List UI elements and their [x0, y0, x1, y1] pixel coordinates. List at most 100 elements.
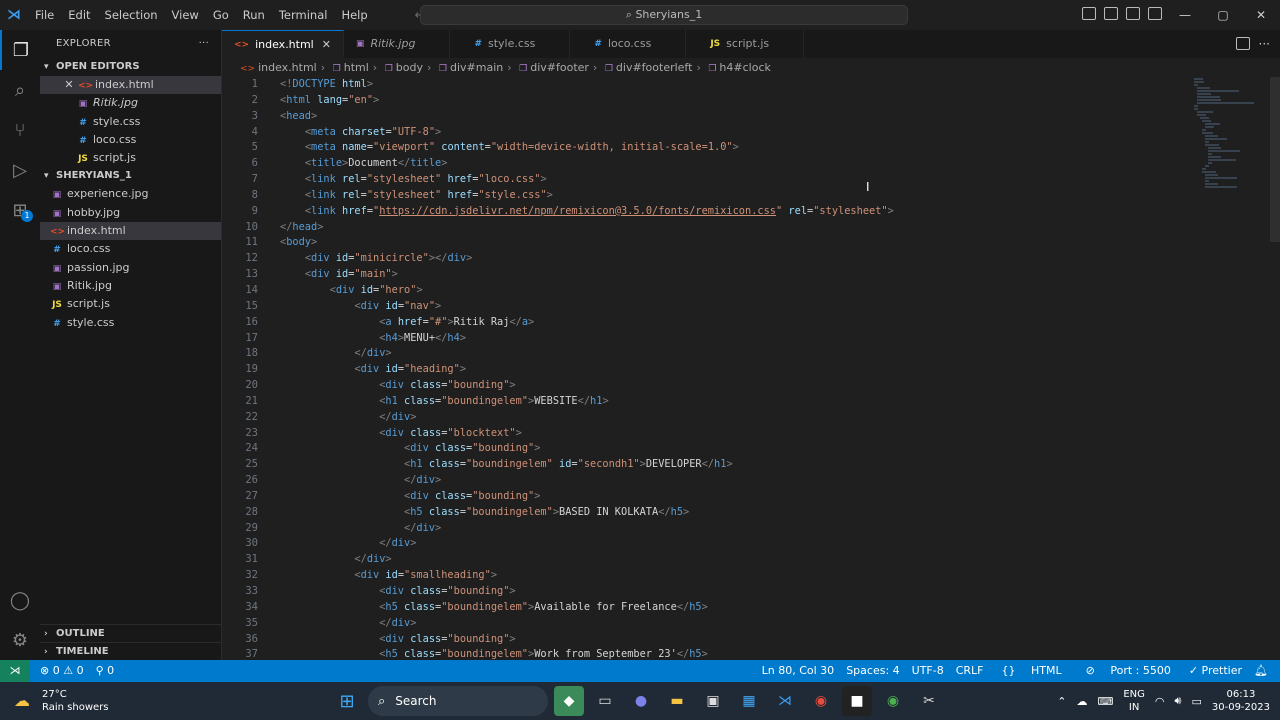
code-line[interactable]: <div id="hero"> — [280, 283, 894, 299]
notifications-bell-icon[interactable]: 🔔︎ — [1254, 660, 1268, 682]
code-line[interactable]: </div> — [280, 410, 894, 426]
code-line[interactable]: <meta charset="UTF-8"> — [280, 125, 894, 141]
chrome-icon[interactable]: ◉ — [806, 686, 836, 716]
file-item[interactable]: ▣ hobby.jpg — [40, 204, 221, 222]
code-line[interactable]: <div id="smallheading"> — [280, 568, 894, 584]
code-line[interactable]: <div class="bounding"> — [280, 584, 894, 600]
code-line[interactable]: <a href="#">Ritik Raj</a> — [280, 315, 894, 331]
encoding[interactable]: UTF-8 — [912, 660, 944, 682]
more-actions-icon[interactable]: ··· — [199, 30, 209, 58]
run-debug-icon[interactable]: ▷ — [0, 150, 40, 190]
breadcrumb-item[interactable]: div#footer — [530, 61, 589, 74]
prettier-status[interactable]: ✓ Prettier — [1189, 660, 1242, 682]
code-line[interactable]: <h5 class="boundingelem">Available for F… — [280, 600, 894, 616]
breadcrumb-item[interactable]: html — [344, 61, 369, 74]
code-line[interactable]: <html lang="en"> — [280, 93, 894, 109]
file-item[interactable]: # style.css — [40, 314, 221, 332]
tab-script-js[interactable]: JS script.js — [686, 30, 805, 58]
close-icon[interactable]: ✕ — [62, 76, 76, 94]
folder-section[interactable]: ▾ SHERYIANS_1 — [40, 167, 221, 185]
code-line[interactable]: <meta name="viewport" content="width=dev… — [280, 140, 894, 156]
code-line[interactable]: <div id="minicircle"></div> — [280, 251, 894, 267]
code-line[interactable]: <link rel="stylesheet" href="style.css"> — [280, 188, 894, 204]
onedrive-cloud-icon[interactable]: ☁ — [1076, 695, 1087, 708]
breadcrumb-item[interactable]: h4#clock — [719, 61, 770, 74]
ports-status[interactable]: ⚲ 0 — [96, 660, 115, 682]
code-area[interactable]: <!DOCTYPE html> <html lang="en"> <head> <m… — [280, 77, 894, 660]
toggle-panel-icon[interactable] — [1104, 7, 1118, 20]
code-line[interactable]: <!DOCTYPE html> — [280, 77, 894, 93]
intellij-icon[interactable]: ■ — [842, 686, 872, 716]
microsoft-store-icon[interactable]: ▣ — [698, 686, 728, 716]
menu-run[interactable]: Run — [236, 0, 272, 30]
timeline-section[interactable]: › TIMELINE — [40, 642, 221, 660]
code-line[interactable]: </div> — [280, 346, 894, 362]
source-control-icon[interactable]: ⑂ — [0, 110, 40, 150]
task-view-icon[interactable]: ▭ — [590, 686, 620, 716]
file-item[interactable]: ▣ experience.jpg — [40, 185, 221, 203]
code-line[interactable]: <div class="blocktext"> — [280, 426, 894, 442]
volume-icon[interactable]: 🔊︎ — [1175, 694, 1182, 708]
close-window-icon[interactable]: ✕ — [1242, 0, 1280, 30]
file-item[interactable]: <> index.html — [40, 222, 221, 241]
open-editor-item[interactable]: # style.css — [40, 113, 221, 131]
code-line[interactable]: </head> — [280, 220, 894, 236]
menu-go[interactable]: Go — [206, 0, 236, 30]
windows-start-icon[interactable]: ⊞ — [332, 686, 362, 716]
code-line[interactable]: <link rel="stylesheet" href="loco.css"> — [280, 172, 894, 188]
open-editor-item[interactable]: JS script.js — [40, 149, 221, 167]
code-line[interactable]: </div> — [280, 552, 894, 568]
toggle-secondary-sidebar-icon[interactable] — [1126, 7, 1140, 20]
file-item[interactable]: ▣ Ritik.jpg — [40, 277, 221, 295]
code-line[interactable]: <div class="bounding"> — [280, 441, 894, 457]
line-ending[interactable]: CRLF — [956, 660, 984, 682]
live-server-port[interactable]: ⊘ Port : 5500 — [1080, 660, 1177, 682]
file-explorer-icon[interactable]: ▬ — [662, 686, 692, 716]
code-line[interactable]: <div id="main"> — [280, 267, 894, 283]
windows-app-icon[interactable]: ▦ — [734, 686, 764, 716]
clock[interactable]: 06:13 30-09-2023 — [1212, 688, 1270, 714]
breadcrumb-item[interactable]: div#main — [450, 61, 503, 74]
open-editor-item[interactable]: # loco.css — [40, 131, 221, 149]
open-editors-section[interactable]: ▾ OPEN EDITORS — [40, 58, 221, 76]
customize-layout-icon[interactable] — [1148, 7, 1162, 20]
code-line[interactable]: </div> — [280, 521, 894, 537]
menu-view[interactable]: View — [165, 0, 206, 30]
code-line[interactable]: <div class="bounding"> — [280, 378, 894, 394]
file-item[interactable]: JS script.js — [40, 295, 221, 313]
breadcrumb-item[interactable]: div#footerleft — [616, 61, 693, 74]
maximize-icon[interactable]: ▢ — [1204, 0, 1242, 30]
code-line[interactable]: <h5 class="boundingelem">Work from Septe… — [280, 647, 894, 660]
copilot-icon[interactable]: ◆ — [554, 686, 584, 716]
menu-terminal[interactable]: Terminal — [272, 0, 335, 30]
chevron-up-icon[interactable]: ⌃ — [1057, 695, 1066, 708]
code-line[interactable]: <link href="https://cdn.jsdelivr.net/npm… — [280, 204, 894, 220]
indentation[interactable]: Spaces: 4 — [846, 660, 899, 682]
code-editor[interactable]: 1 2 3 4 5 6 7 8 9 10 11 12 13 14 15 16 17 18 19 20 21 22 23 24 2… — [222, 77, 1280, 660]
tab-index-html[interactable]: <> index.html ✕ — [222, 30, 344, 58]
explorer-icon[interactable]: ❐ — [0, 30, 40, 70]
code-line[interactable]: <h1 class="boundingelem">WEBSITE</h1> — [280, 394, 894, 410]
open-editor-item[interactable]: ▣ Ritik.jpg — [40, 94, 221, 112]
minimize-icon[interactable]: — — [1166, 0, 1204, 30]
weather-widget[interactable]: ☁ 27°C Rain showers — [14, 688, 214, 714]
keyboard-icon[interactable]: ⌨ — [1097, 695, 1113, 708]
file-item[interactable]: ▣ passion.jpg — [40, 259, 221, 277]
code-line[interactable]: <h5 class="boundingelem">BASED IN KOLKAT… — [280, 505, 894, 521]
extensions-icon[interactable]: ⊞ 1 — [0, 190, 40, 230]
tab-style-css[interactable]: # style.css — [450, 30, 571, 58]
open-editor-item[interactable]: ✕ <> index.html — [40, 76, 221, 95]
code-line[interactable]: </div> — [280, 616, 894, 632]
search-view-icon[interactable]: ⌕ — [0, 70, 40, 110]
tab-ritik-jpg[interactable]: ▣ Ritik.jpg — [344, 30, 451, 58]
toggle-sidebar-icon[interactable] — [1082, 7, 1096, 20]
teams-chat-icon[interactable]: ● — [626, 686, 656, 716]
code-line[interactable]: <div class="bounding"> — [280, 489, 894, 505]
more-actions-icon[interactable]: ··· — [1259, 30, 1270, 58]
cursor-position[interactable]: Ln 80, Col 30 — [762, 660, 835, 682]
tab-loco-css[interactable]: # loco.css — [570, 30, 687, 58]
code-line[interactable]: <div class="bounding"> — [280, 632, 894, 648]
editor-scrollbar[interactable] — [1270, 77, 1280, 242]
outline-section[interactable]: › OUTLINE — [40, 624, 221, 642]
code-line[interactable]: <h4>MENU+</h4> — [280, 331, 894, 347]
